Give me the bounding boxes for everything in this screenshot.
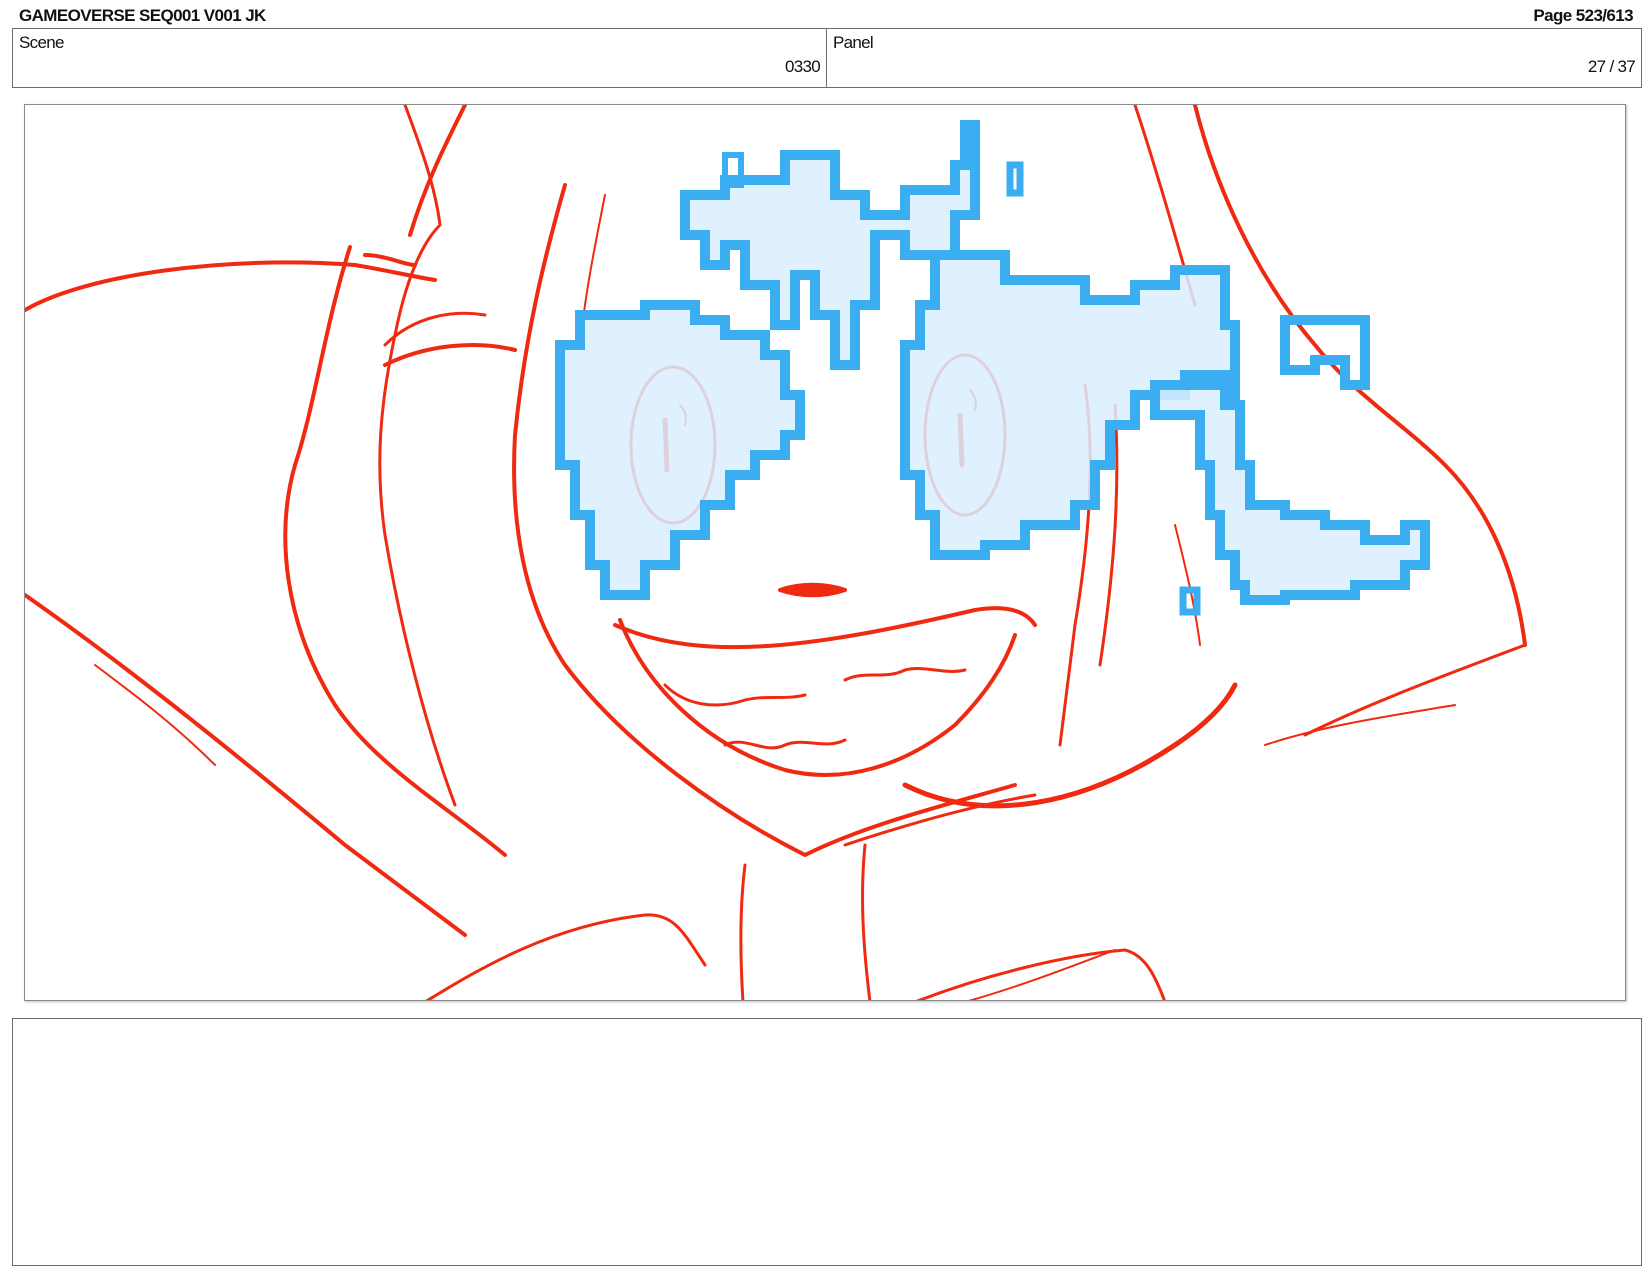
panel-value: 27 / 37 <box>1587 57 1636 76</box>
panel-label: Panel <box>833 33 874 52</box>
panel-cell: Panel 27 / 37 <box>827 29 1641 87</box>
glitch-overlay <box>555 120 1430 616</box>
scene-panel-info-table: Scene 0330 Panel 27 / 37 <box>12 28 1642 88</box>
scene-value: 0330 <box>784 57 821 76</box>
sequence-title: GAMEOVERSE SEQ001 V001 JK <box>19 6 266 25</box>
panel-notes-box <box>12 1018 1642 1266</box>
scene-cell: Scene 0330 <box>13 29 827 87</box>
scene-label: Scene <box>19 33 64 52</box>
sketch-drawing <box>25 105 1527 1000</box>
page-number: Page 523/613 <box>1533 6 1633 25</box>
storyboard-panel-image <box>24 104 1626 1001</box>
